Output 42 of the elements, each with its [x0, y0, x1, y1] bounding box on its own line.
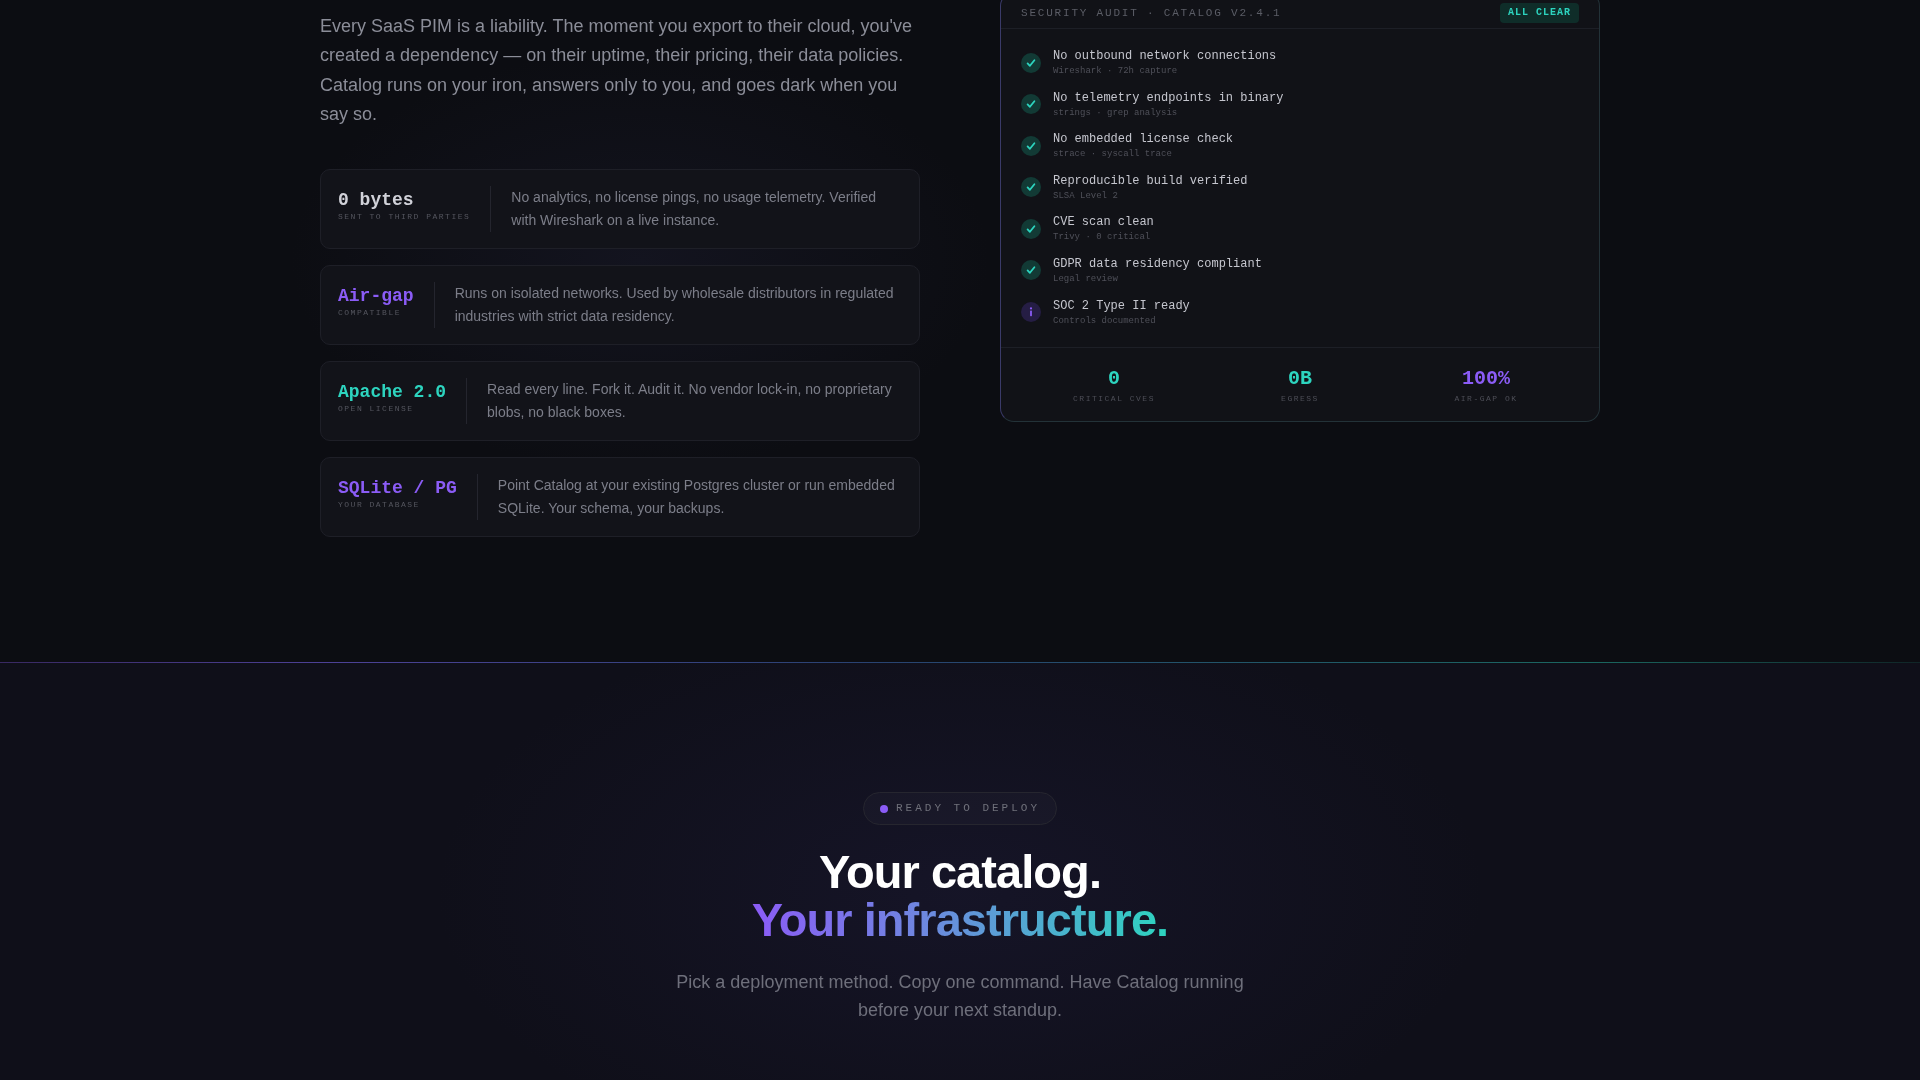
- panel-title: SECURITY AUDIT · CATALOG V2.4.1: [1021, 6, 1282, 21]
- check-title: Reproducible build verified: [1053, 172, 1248, 189]
- status-badge: ALL CLEAR: [1500, 3, 1579, 23]
- check-title: No embedded license check: [1053, 131, 1234, 148]
- feature-title: SQLite / PG: [338, 476, 457, 499]
- feature-description: Read every line. Fork it. Audit it. No vendor lock-in, no proprietary blobs, no black boxes.: [487, 379, 893, 422]
- check-detail: Wireshark · 72h capture: [1053, 65, 1179, 77]
- stat-label: AIR-GAP OK: [1454, 392, 1518, 405]
- check-title: GDPR data residency compliant: [1053, 255, 1262, 272]
- check-title: CVE scan clean: [1053, 214, 1154, 231]
- feature-label: SENT TO THIRD PARTIES: [338, 210, 471, 223]
- check-icon: [1021, 177, 1041, 198]
- check-title: SOC 2 Type II ready: [1053, 297, 1190, 314]
- check-icon: [1021, 52, 1041, 73]
- check-title: No outbound network connections: [1053, 48, 1277, 64]
- check-detail: Legal review: [1053, 272, 1119, 285]
- dot-icon: [880, 804, 888, 813]
- feature-description: Runs on isolated networks. Used by wholesale distributors in regulated industries with strict data residency.: [454, 283, 895, 326]
- check-detail: strings · grep analysis: [1053, 106, 1179, 119]
- check-icon: [1021, 260, 1041, 281]
- feature-title: 0 bytes: [338, 188, 415, 211]
- subtitle: Pick a deployment method. Copy one command. Have Catalog running before your next standup.: [675, 971, 1245, 1022]
- check-detail: strace · syscall trace: [1053, 148, 1173, 161]
- info-icon: [1021, 302, 1041, 323]
- check-title: No telemetry endpoints in binary: [1053, 89, 1284, 106]
- feature-label: YOUR DATABASE: [338, 498, 421, 511]
- feature-label: OPEN LICENSE: [338, 402, 415, 415]
- check-icon: [1021, 218, 1041, 239]
- check-icon: [1021, 135, 1041, 156]
- stat-value: 0B: [1288, 366, 1312, 391]
- check-icon: [1021, 94, 1041, 115]
- check-detail: Controls documented: [1053, 314, 1157, 327]
- feature-label: COMPATIBLE: [338, 306, 402, 319]
- feature-title: Air-gap: [338, 284, 414, 307]
- feature-description: Point Catalog at your existing Postgres cluster or run embedded SQLite. Your schema, your backups.: [497, 475, 896, 518]
- intro-paragraph: Every SaaS PIM is a liability. The moment you export to their cloud, you've created a dependency — on their uptime, their pricing, their data policies. Catalog runs on your iron, answers only to you, and goes dark when you say so.: [320, 15, 914, 127]
- pill-text: READY TO DEPLOY: [896, 801, 1040, 816]
- feature-description: No analytics, no license pings, no usage telemetry. Verified with Wireshark on a live instance.: [511, 187, 878, 230]
- stat-value: 0: [1108, 366, 1120, 391]
- headline: Your catalog.: [819, 848, 1101, 896]
- stat-value: 100%: [1462, 366, 1510, 391]
- feature-title: Apache 2.0: [338, 380, 447, 403]
